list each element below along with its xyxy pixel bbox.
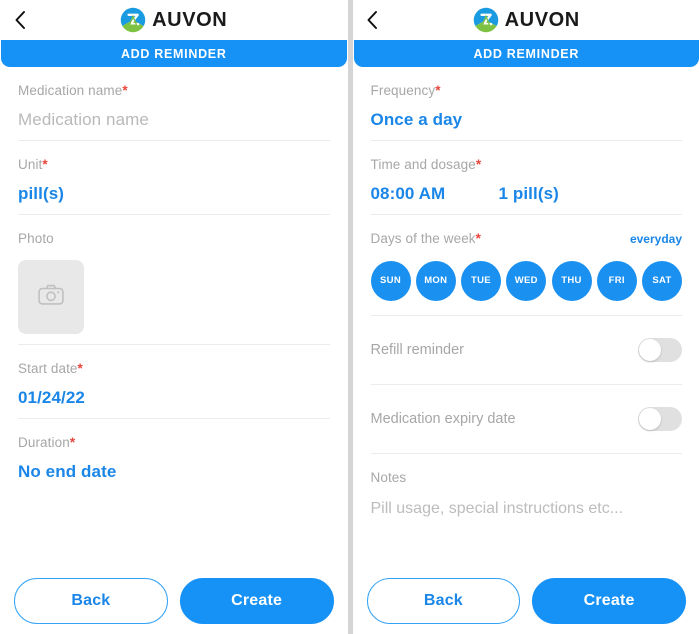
field-time-and-dosage[interactable]: Time and dosage* 08:00 AM 1 pill(s) [370,141,683,216]
field-label: Time and dosage* [370,157,482,173]
medication-expiry-toggle[interactable] [638,406,682,431]
photo-upload-button[interactable] [18,259,84,334]
days-of-week-selector: SUN MON TUE WED THU FRI SAT [370,260,682,305]
notes-input[interactable]: Pill usage, special instructions etc... [371,500,683,518]
field-label: Start date* [18,360,83,376]
field-days-of-week: Days of the week* everyday SUN MON TUE W… [370,215,683,316]
brand-logo-lockup: AUVON [120,7,227,33]
app-header: AUVON [0,0,348,40]
start-date-value[interactable]: 01/24/22 [18,388,330,408]
brand-name: AUVON [152,8,228,31]
auvon-logo-icon [120,7,146,33]
field-photo: Photo [18,215,330,345]
field-frequency[interactable]: Frequency* Once a day [370,67,683,142]
day-toggle-fri[interactable]: FRI [596,260,637,301]
field-medication-name[interactable]: Medication name* Medication name [18,67,330,142]
footer-actions-page-2: Back Create [352,568,700,634]
field-label: Unit* [18,157,48,173]
form-body-page-2: Frequency* Once a day Time and dosage* 0… [352,67,700,568]
field-start-date[interactable]: Start date* 01/24/22 [18,345,330,419]
day-toggle-tue[interactable]: TUE [461,260,501,301]
back-button[interactable] [10,9,30,31]
back-button[interactable]: Back [14,578,168,624]
brand-name: AUVON [504,8,580,31]
day-toggle-wed[interactable]: WED [506,260,547,301]
day-toggle-sun[interactable]: SUN [370,260,411,301]
field-medication-expiry-date: Medication expiry date [370,385,682,454]
add-reminder-screen-page-1: AUVON ADD REMINDER Medication name* Medi… [0,0,348,634]
field-label: Frequency* [370,83,441,98]
required-asterisk: * [435,83,441,98]
back-button[interactable]: Back [366,578,521,624]
required-asterisk: * [122,83,128,98]
required-asterisk: * [42,157,48,173]
frequency-value[interactable]: Once a day [371,110,683,130]
create-button[interactable]: Create [179,578,334,624]
refill-reminder-toggle[interactable] [638,337,682,362]
footer-actions-page-1: Back Create [0,568,348,634]
app-header: AUVON [352,0,700,40]
auvon-logo-icon [473,7,499,33]
dual-screenshot-container: AUVON ADD REMINDER Medication name* Medi… [0,0,700,634]
add-reminder-screen-page-2: AUVON ADD REMINDER Frequency* Once a day… [352,0,700,634]
duration-value[interactable]: No end date [18,462,330,482]
field-notes[interactable]: Notes Pill usage, special instructions e… [371,454,683,528]
refill-reminder-label: Refill reminder [370,341,464,358]
chevron-left-icon [14,10,27,30]
time-value[interactable]: 08:00 AM [371,184,499,204]
field-label: Days of the week* [370,231,482,247]
toggle-knob [639,338,661,361]
field-label: Photo [18,231,54,247]
field-unit[interactable]: Unit* pill(s) [18,141,330,216]
required-asterisk: * [475,231,482,247]
days-label-row: Days of the week* everyday [371,231,683,247]
day-toggle-mon[interactable]: MON [415,260,456,301]
toggle-knob [639,407,661,430]
medication-expiry-label: Medication expiry date [370,410,516,427]
chevron-left-icon [366,10,379,30]
day-toggle-sat[interactable]: SAT [642,260,682,301]
field-duration[interactable]: Duration* No end date [18,419,330,492]
notes-label: Notes [370,469,407,485]
field-label: Medication name* [18,83,128,98]
time-dosage-row: 08:00 AM 1 pill(s) [371,184,683,204]
medication-name-input[interactable]: Medication name [18,110,330,130]
required-asterisk: * [77,360,83,376]
dosage-value[interactable]: 1 pill(s) [499,184,559,204]
brand-logo-lockup: AUVON [473,7,580,33]
field-refill-reminder: Refill reminder [370,316,682,385]
screen-title-bar: ADD REMINDER [353,40,699,67]
create-button[interactable]: Create [532,578,686,624]
back-button[interactable] [363,9,383,31]
screen-title-bar: ADD REMINDER [1,40,347,67]
required-asterisk: * [69,434,76,450]
form-body-page-1: Medication name* Medication name Unit* p… [0,67,348,568]
camera-icon [38,284,64,310]
field-label: Duration* [18,434,76,450]
required-asterisk: * [475,157,482,173]
everyday-link[interactable]: everyday [630,232,682,246]
day-toggle-thu[interactable]: THU [551,260,592,301]
unit-value[interactable]: pill(s) [18,184,330,204]
